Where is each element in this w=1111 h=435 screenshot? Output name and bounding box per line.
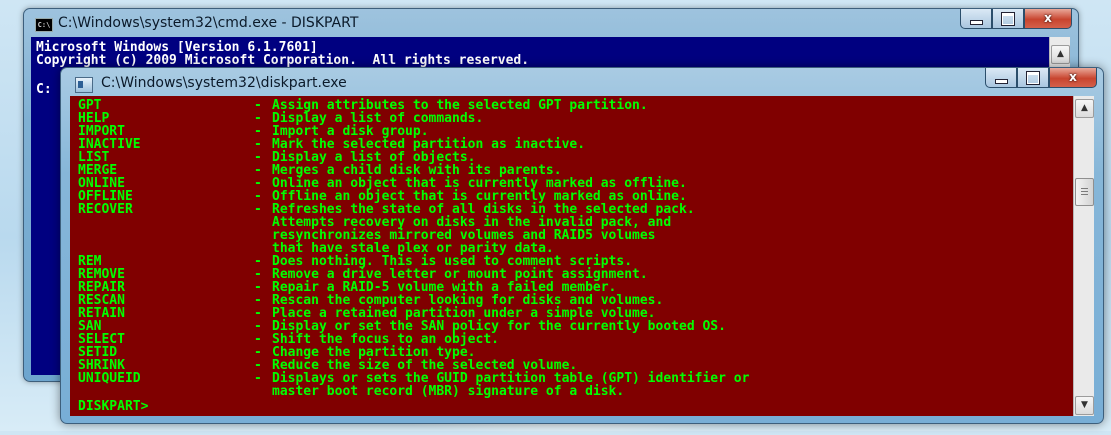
command-row: INACTIVE - Mark the selected partition as … xyxy=(78,138,1068,151)
command-name: RETAIN xyxy=(78,306,125,321)
minimize-icon xyxy=(995,79,1008,84)
command-row: SELECT - Shift the focus to an object. xyxy=(78,333,1068,346)
close-icon: x xyxy=(1069,70,1077,84)
diskpart-window-title: C:\Windows\system32\diskpart.exe xyxy=(101,75,347,91)
command-name: UNIQUEID xyxy=(78,371,141,386)
command-separator: - xyxy=(254,371,262,386)
command-row: resynchronizes mirrored volumes and RAID… xyxy=(78,229,1068,242)
command-name: RECOVER xyxy=(78,202,133,217)
command-separator: - xyxy=(254,202,262,217)
scroll-thumb[interactable] xyxy=(1075,178,1094,206)
console-line: C: xyxy=(36,82,52,97)
command-row: SAN - Display or set the SAN policy for th… xyxy=(78,320,1068,333)
command-row: GPT - Assign attributes to the selected GP… xyxy=(78,99,1068,112)
diskpart-vertical-scrollbar[interactable]: ▲ ▼ xyxy=(1073,96,1094,416)
cmd-maximize-button[interactable] xyxy=(992,9,1024,29)
cmd-minimize-button[interactable] xyxy=(960,9,992,29)
command-row: master boot record (MBR) signature of a … xyxy=(78,385,1068,398)
command-row: LIST - Display a list of objects. xyxy=(78,151,1068,164)
thumb-grip xyxy=(1081,191,1088,192)
thumb-grip xyxy=(1081,194,1088,195)
minimize-icon xyxy=(970,20,983,25)
scroll-up-button[interactable]: ▲ xyxy=(1051,45,1070,64)
cmd-window-controls: x xyxy=(960,9,1072,29)
cmd-window-title: C:\Windows\system32\cmd.exe - DISKPART xyxy=(58,15,359,31)
scroll-down-button[interactable]: ▼ xyxy=(1075,396,1094,415)
diskpart-minimize-button[interactable] xyxy=(985,68,1017,88)
cmd-titlebar[interactable]: C:\ C:\Windows\system32\cmd.exe - DISKPA… xyxy=(24,9,1078,37)
maximize-icon xyxy=(1027,72,1039,84)
maximize-icon xyxy=(1002,13,1014,25)
cmd-close-button[interactable]: x xyxy=(1024,9,1072,29)
diskpart-app-icon xyxy=(75,77,93,93)
diskpart-maximize-button[interactable] xyxy=(1017,68,1049,88)
command-row: HELP - Display a list of commands. xyxy=(78,112,1068,125)
diskpart-console[interactable]: DISKPART> GPT - Assign attributes to the s… xyxy=(70,96,1073,416)
diskpart-window[interactable]: C:\Windows\system32\diskpart.exe x DISKP… xyxy=(60,67,1104,424)
close-icon: x xyxy=(1044,11,1052,25)
diskpart-prompt[interactable]: DISKPART> xyxy=(78,399,148,414)
diskpart-close-button[interactable]: x xyxy=(1049,68,1097,88)
console-line: Copyright (c) 2009 Microsoft Corporation… xyxy=(36,53,530,68)
scroll-up-button[interactable]: ▲ xyxy=(1075,99,1094,118)
command-description: master boot record (MBR) signature of a … xyxy=(272,384,625,399)
diskpart-window-controls: x xyxy=(985,68,1097,88)
cmd-app-icon: C:\ xyxy=(35,18,53,32)
thumb-grip xyxy=(1081,188,1088,189)
